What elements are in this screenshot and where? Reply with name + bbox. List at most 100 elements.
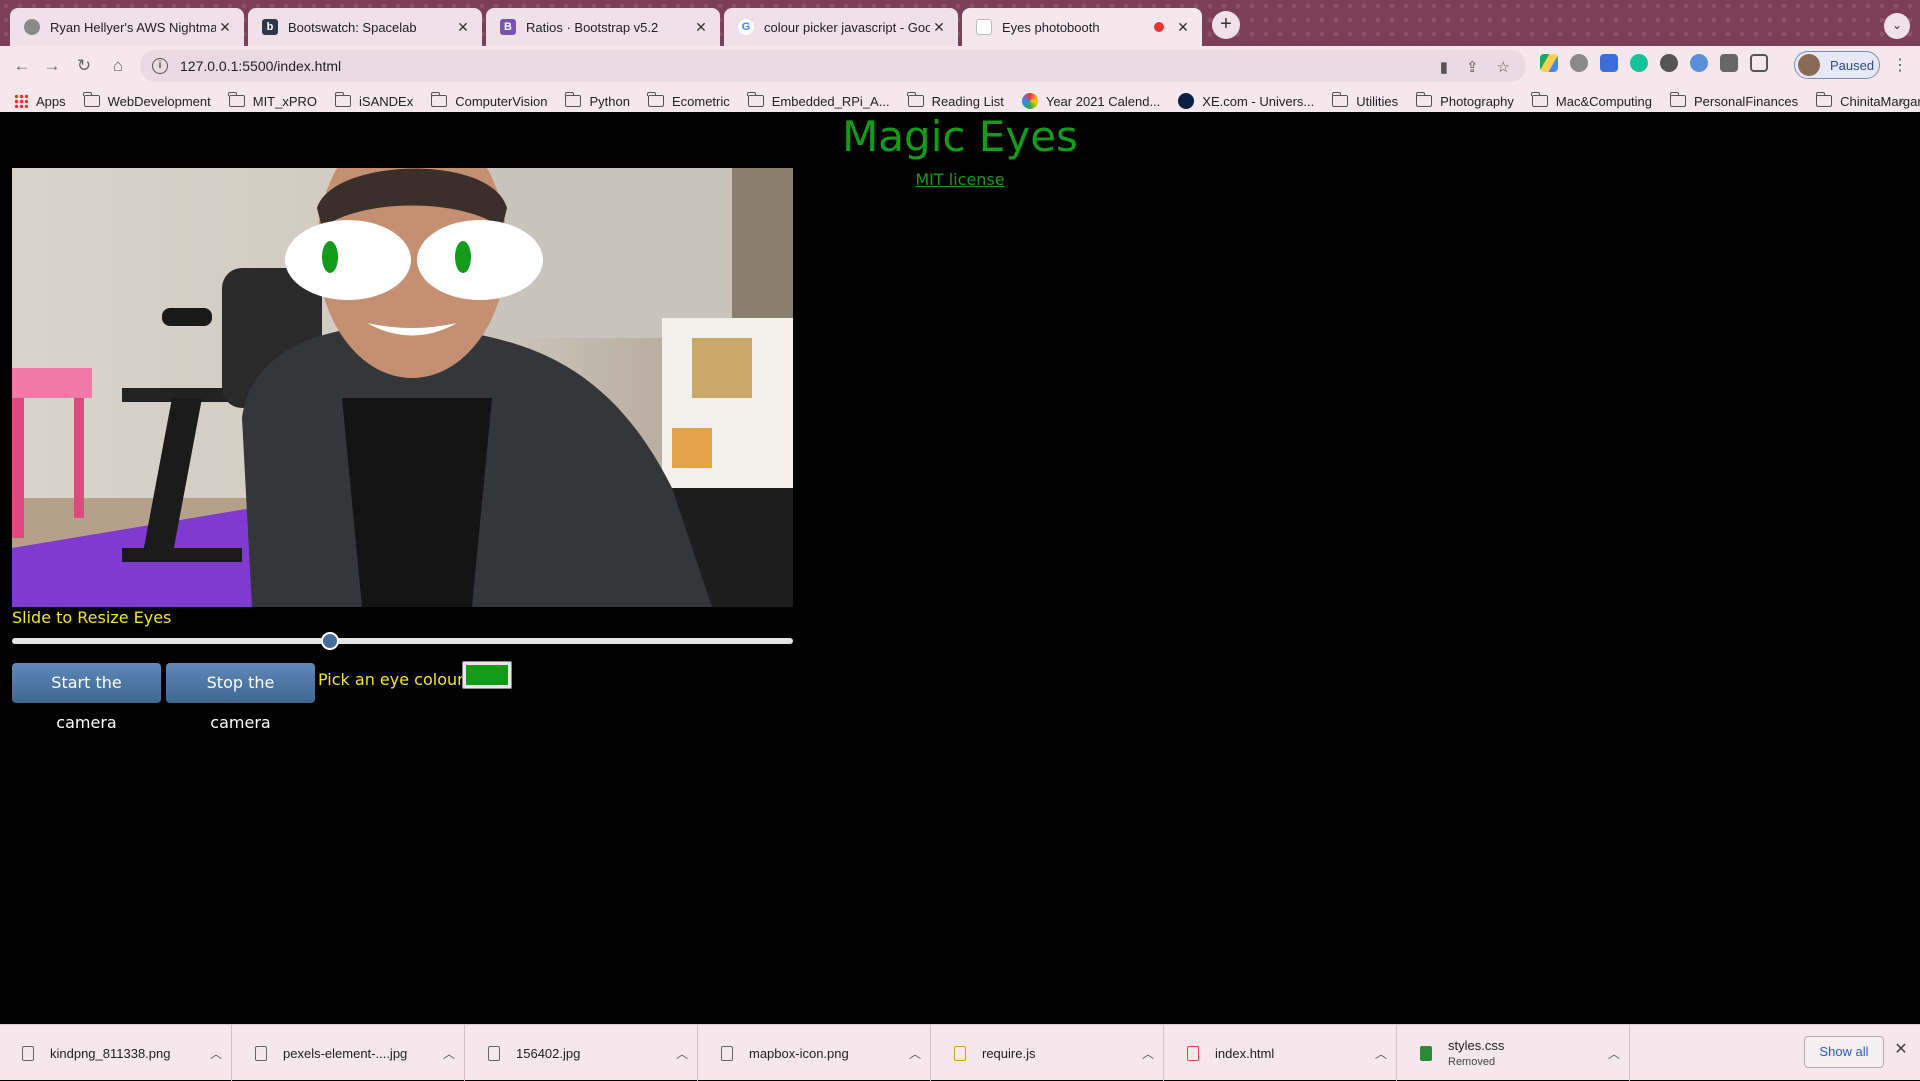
bookmark-folder[interactable]: Embedded_RPi_A... [747, 92, 890, 109]
bookmark-site[interactable]: Year 2021 Calend... [1021, 93, 1161, 109]
forward-button[interactable]: → [38, 52, 66, 80]
download-name: styles.css [1448, 1038, 1505, 1053]
eye-colour-picker[interactable] [462, 661, 512, 689]
close-icon[interactable]: ✕ [930, 19, 948, 36]
colour-swatch [466, 665, 508, 685]
download-item[interactable]: mapbox-icon.png ︿ [699, 1025, 931, 1081]
folder-icon [1815, 92, 1833, 107]
close-icon[interactable]: ✕ [1892, 1039, 1910, 1065]
bookmark-folder[interactable]: WebDevelopment [83, 92, 211, 109]
bookmark-folder[interactable]: ComputerVision [430, 92, 548, 109]
license-link-text[interactable]: MIT license [915, 170, 1004, 189]
back-button[interactable]: ← [8, 52, 36, 80]
download-name: mapbox-icon.png [749, 1045, 849, 1061]
page-favicon-icon [976, 19, 992, 35]
apps-grid-icon [14, 94, 28, 108]
tab-eyes-photobooth[interactable]: Eyes photobooth ✕ [962, 8, 1202, 46]
tab-aws-nightmare[interactable]: Ryan Hellyer's AWS Nightmare ✕ [10, 8, 244, 46]
download-item[interactable]: pexels-element-....jpg ︿ [233, 1025, 465, 1081]
bookmarks-overflow-icon[interactable]: » [1898, 92, 1906, 108]
chevron-up-icon[interactable]: ︿ [1133, 1045, 1163, 1062]
site-info-icon[interactable]: i [152, 58, 168, 74]
bookmark-folder[interactable]: Mac&Computing [1531, 92, 1653, 109]
tab-google-search[interactable]: G colour picker javascript - Goog ✕ [724, 8, 958, 46]
slider-thumb[interactable] [321, 632, 339, 650]
folder-icon [228, 92, 245, 107]
bookmark-site[interactable]: XE.com - Univers... [1178, 93, 1314, 109]
bookmark-folder[interactable]: Python [564, 92, 630, 109]
bookmark-label: iSANDEx [359, 93, 414, 109]
bookmark-folder[interactable]: Reading List [907, 92, 1004, 109]
css-file-icon [1420, 1045, 1432, 1061]
bookmark-label: Year 2021 Calend... [1045, 93, 1161, 109]
download-name: pexels-element-....jpg [283, 1045, 408, 1061]
bookmark-label: Apps [36, 93, 66, 109]
chevron-up-icon[interactable]: ︿ [1599, 1045, 1629, 1062]
tab-title: Eyes photobooth [1002, 19, 1100, 35]
bookmark-label: Mac&Computing [1555, 93, 1653, 109]
bookmark-label: XE.com - Univers... [1202, 93, 1315, 109]
bookmark-folder[interactable]: Utilities [1331, 92, 1398, 109]
side-panel-icon[interactable] [1750, 54, 1768, 72]
bookmark-label: ComputerVision [455, 93, 548, 109]
start-camera-button[interactable]: Start the camera [12, 663, 161, 732]
grammarly-icon[interactable] [1630, 54, 1648, 72]
chevron-up-icon[interactable]: ︿ [201, 1045, 231, 1062]
home-button[interactable]: ⌂ [104, 52, 132, 80]
download-item[interactable]: index.html ︿ [1165, 1025, 1397, 1081]
google-drive-icon[interactable] [1540, 54, 1558, 72]
xe-site-icon [1178, 93, 1195, 109]
close-icon[interactable]: ✕ [454, 19, 472, 36]
address-bar[interactable]: i 127.0.0.1:5500/index.html ▮ ⇪ ☆ [140, 50, 1526, 82]
bookmark-apps[interactable]: Apps [14, 94, 66, 109]
tab-bootswatch[interactable]: b Bootswatch: Spacelab ✕ [248, 8, 482, 46]
download-name: kindpng_811338.png [50, 1045, 171, 1061]
eye-size-slider[interactable] [12, 638, 793, 644]
file-icon [255, 1045, 267, 1061]
bookmark-star-icon[interactable]: ☆ [1497, 58, 1510, 76]
left-pupil [322, 241, 338, 273]
tab-title: Ratios · Bootstrap v5.2 [526, 19, 659, 35]
left-eye [285, 220, 411, 300]
k-extension-icon[interactable] [1600, 54, 1618, 72]
address-text: 127.0.0.1:5500/index.html [180, 58, 342, 74]
chevron-up-icon[interactable]: ︿ [667, 1045, 697, 1062]
download-item[interactable]: styles.css Removed ︿ [1398, 1025, 1630, 1081]
close-icon[interactable]: ✕ [692, 19, 710, 36]
chevron-up-icon[interactable]: ︿ [900, 1045, 930, 1062]
bookmark-folder[interactable]: MIT_xPRO [228, 92, 318, 109]
bookmark-folder[interactable]: iSANDEx [334, 92, 414, 109]
reload-button[interactable]: ↻ [70, 52, 98, 80]
chevron-up-icon[interactable]: ︿ [434, 1045, 464, 1062]
bookmark-label: WebDevelopment [107, 93, 211, 109]
stop-camera-button[interactable]: Stop the camera [166, 663, 315, 732]
tab-search-button[interactable]: ⌄ [1884, 13, 1910, 39]
download-item[interactable]: kindpng_811338.png ︿ [0, 1025, 232, 1081]
download-item[interactable]: require.js ︿ [932, 1025, 1164, 1081]
right-eye [417, 220, 543, 300]
bookmark-label: Python [589, 93, 630, 109]
show-all-button[interactable]: Show all [1804, 1036, 1884, 1068]
bookmark-folder[interactable]: Ecometric [647, 92, 730, 109]
puzzle-extensions-icon[interactable] [1720, 54, 1738, 72]
close-icon[interactable]: ✕ [216, 19, 234, 36]
search-extension-icon[interactable] [1570, 54, 1588, 72]
new-tab-button[interactable]: + [1212, 11, 1240, 39]
bookmark-folder[interactable]: Photography [1415, 92, 1514, 109]
sync-extension-icon[interactable] [1690, 54, 1708, 72]
folder-icon [1531, 92, 1548, 107]
bookmark-label: MIT_xPRO [252, 93, 318, 109]
dark-extension-icon[interactable] [1660, 54, 1678, 72]
download-status: Removed [1448, 1056, 1496, 1068]
bookmark-label: Ecometric [671, 93, 730, 109]
profile-button[interactable]: Paused [1794, 51, 1880, 79]
camera-in-use-icon[interactable]: ▮ [1440, 58, 1448, 76]
bookmark-folder[interactable]: PersonalFinances [1669, 92, 1798, 109]
close-icon[interactable]: ✕ [1174, 19, 1192, 36]
browser-menu-icon[interactable]: ⋮ [1890, 52, 1910, 80]
tab-bootstrap-ratios[interactable]: B Ratios · Bootstrap v5.2 ✕ [486, 8, 720, 46]
share-icon[interactable]: ⇪ [1466, 58, 1479, 76]
bookmark-label: ChinitaMargarita [1840, 93, 1920, 109]
download-item[interactable]: 156402.jpg ︿ [466, 1025, 698, 1081]
chevron-up-icon[interactable]: ︿ [1366, 1045, 1396, 1062]
